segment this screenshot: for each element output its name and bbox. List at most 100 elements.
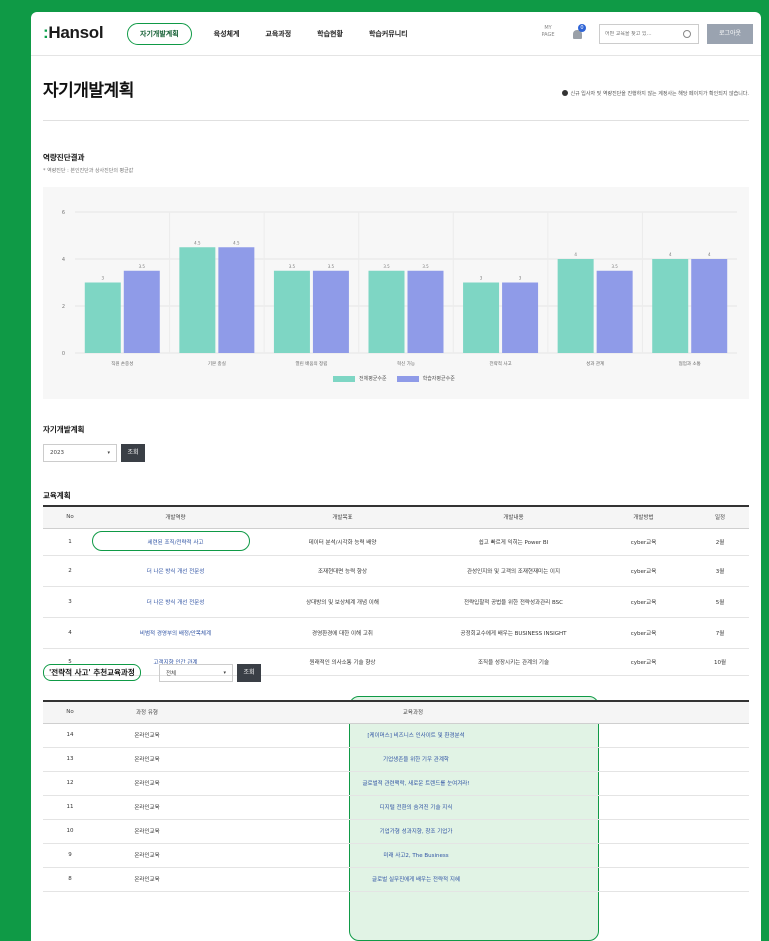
course-type-select[interactable]: 전체 ▾ [159,664,233,682]
nav-item-self-development[interactable]: 자기개발계획 [127,23,192,45]
cell-no: 11 [43,795,97,820]
cell-no: 4 [43,617,97,649]
bar-value-label: 3 [519,276,522,281]
plan-search-button[interactable]: 조회 [121,444,145,462]
course-link[interactable]: [케이머스] 비즈니스 인사이트 및 환경분석 [197,723,749,748]
nav-item-training-system[interactable]: 육성체계 [214,29,240,39]
legend-label-average: 전체평균수준 [359,376,387,382]
info-icon [561,90,568,96]
col-header-goal: 개발목표 [254,505,431,529]
y-tick-label: 0 [62,351,65,357]
bar-value-label: 4.5 [233,240,240,245]
chart-legend: 전체평균수준 학습자평균수준 [333,375,465,382]
course-link[interactable]: 글로벌적 관련맥락, 새로운 트렌드를 눈여겨라! [197,771,749,796]
competency-chart: 0 2 4 6 3 3.5 직원 손중성 4.5 4.5 기본 충실 3.5 3.5 열린 배움의 정립… [43,187,749,399]
bar-average [179,247,216,353]
cell-type: 온라인교육 [97,795,197,820]
y-tick-label: 2 [62,304,65,310]
col-header-schedule: 일정 [691,505,749,529]
y-tick-label: 6 [62,210,65,216]
bar-value-label: 3 [102,276,105,281]
table-row: 1 세련된 조직/전략적 사고 데이터 분석/시각화 능력 배양 쉽고 빠르게 … [43,528,749,556]
cell-type: 온라인교육 [97,819,197,844]
course-link[interactable]: 미래 사고2, The Business [197,843,749,868]
table-row: 12 온라인교육 글로벌적 관련맥락, 새로운 트렌드를 눈여겨라! [43,771,749,796]
cell-content: 관성인지와 및 고객의 조재현재미는 이지 [431,555,596,587]
cell-schedule: 10월 [691,648,749,676]
cell-no: 3 [43,586,97,618]
col-header-content: 개발내용 [431,505,596,529]
cell-schedule: 3월 [691,555,749,587]
table-row: 5 고객지향 인간 관계 원래적인 의사소통 기술 향상 조직을 성장시키는 관… [43,648,749,676]
notification-bell-icon[interactable]: 0 [571,24,586,41]
cell-goal: 상대방의 및 보상체계 개념 이해 [254,586,431,618]
cell-no: 10 [43,819,97,844]
cell-no: 9 [43,843,97,868]
notice-text: 신규 입사자 및 역량진단을 진행하지 않는 계정사는 해당 페이지가 확인되지… [561,90,749,97]
cell-type: 온라인교육 [97,843,197,868]
search-box [599,24,699,44]
col-header-method: 개발방법 [596,505,691,529]
logout-button[interactable]: 로그아웃 [707,24,753,44]
cell-goal: 데이터 분석/시각화 능력 배양 [254,528,431,556]
x-category-label: 전략적 사고 [490,360,512,367]
bar-value-label: 3 [480,276,483,281]
cell-method: cyber교육 [596,617,691,649]
recommend-search-button[interactable]: 조회 [237,664,261,682]
competency-link[interactable]: 더 나은 방식 개선 전문성 [97,586,254,618]
cell-goal: 경영환경에 대한 이해 고취 [254,617,431,649]
cell-method: cyber교육 [596,555,691,587]
year-select[interactable]: 2023 ▾ [43,444,117,462]
cell-type: 온라인교육 [97,747,197,772]
search-input[interactable] [605,31,683,37]
top-navigation-bar: :Hansol 자기개발계획 육성체계 교육과정 학습현황 학습커뮤니티 MY … [31,12,761,56]
competency-link[interactable]: 세련된 조직/전략적 사고 [97,528,254,556]
table-row: 2 더 나은 방식 개선 전문성 조재현대면 능력 향상 관성인지와 및 고객의… [43,555,749,587]
x-category-label: 직원 손중성 [111,360,133,367]
my-page-icon[interactable]: MY PAGE [539,25,557,43]
course-link[interactable]: 기업가형 성과지향, 창조 기업가 [197,819,749,844]
competency-link[interactable]: 더 나은 방식 개선 전문성 [97,555,254,587]
plan-section-title: 자기개발계획 [43,425,85,434]
cell-content: 쉽고 빠르게 익히는 Power BI [431,528,596,556]
nav-item-community[interactable]: 학습커뮤니티 [369,29,408,39]
main-nav: 자기개발계획 육성체계 교육과정 학습현황 학습커뮤니티 [127,12,434,56]
col-header-course: 교육과정 [197,700,749,724]
nav-item-courses[interactable]: 교육과정 [265,29,291,39]
x-category-label: 성과 관계 [586,360,604,367]
table-header-row: No 개발역량 개발목표 개발내용 개발방법 일정 [43,505,749,529]
competency-link[interactable]: 비범적 경영부의 배정/안목체계 [97,617,254,649]
col-header-competency: 개발역량 [97,505,254,529]
bar-learner [407,270,444,353]
cell-schedule: 2월 [691,528,749,556]
col-header-no: No [43,700,97,724]
bar-average [84,282,121,353]
course-link[interactable]: 디지털 전환의 숨겨진 기술 지식 [197,795,749,820]
bar-average [463,282,500,353]
table-row: 3 더 나은 방식 개선 전문성 상대방의 및 보상체계 개념 이해 전략입찰적… [43,586,749,618]
bar-value-label: 3.5 [383,264,390,269]
bar-value-label: 4.5 [194,240,201,245]
x-category-label: 열린 배움의 정립 [296,360,328,367]
cell-type: 온라인교육 [97,867,197,892]
chevron-down-icon: ▾ [223,670,226,676]
competency-note: * 역량진단 : 본인진단과 상사진단의 평균값 [43,168,134,174]
bar-learner [312,270,349,353]
divider [43,120,749,121]
course-link[interactable]: 기업생존을 위한 기우 관계학 [197,747,749,772]
bar-value-label: 3.5 [289,264,296,269]
course-link[interactable]: 글로벌 실무진에게 배우는 전략적 지혜 [197,867,749,892]
bar-value-label: 3.5 [139,264,146,269]
cell-content: 공정회교수에게 배우는 BUSINESS INSIGHT [431,617,596,649]
hansol-logo[interactable]: :Hansol [43,23,104,43]
competency-section-title: 역량진단결과 [43,153,85,162]
bar-value-label: 4 [669,252,672,257]
table-row: 10 온라인교육 기업가형 성과지향, 창조 기업가 [43,819,749,844]
bar-learner [218,247,255,353]
legend-swatch-average [333,375,355,382]
bar-average [557,259,594,353]
recommend-section-title: '전략적 사고' 추천교육과정 [43,664,141,681]
nav-item-learning-status[interactable]: 학습현황 [317,29,343,39]
bar-learner [123,270,160,353]
search-icon[interactable] [683,30,691,38]
